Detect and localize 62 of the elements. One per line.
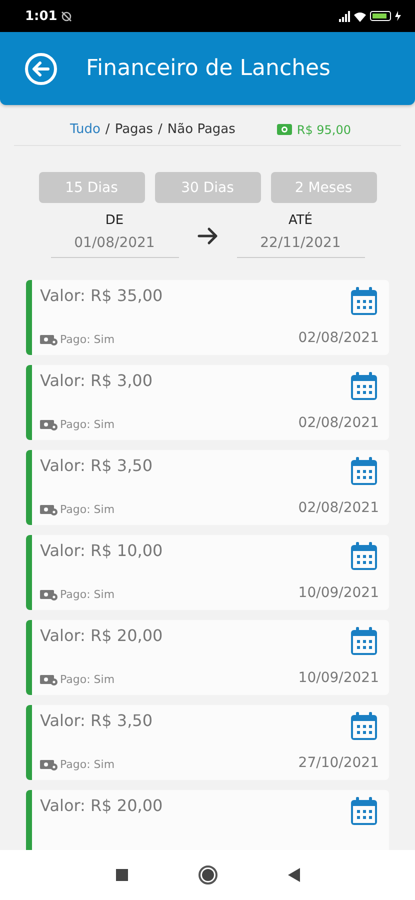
home-button[interactable] (198, 865, 218, 885)
filter-separator: / (158, 122, 162, 137)
entry-date: 02/08/2021 (298, 500, 379, 516)
paid-status: Pago: Sim (60, 418, 115, 431)
entry-card[interactable]: Valor: R$ 35,00 Pago: Sim 02/08/2021 (26, 280, 389, 355)
filter-separator: / (105, 122, 110, 137)
entry-card[interactable]: Valor: R$ 20,00 (26, 790, 389, 850)
recents-button[interactable] (116, 869, 128, 881)
money-icon (40, 674, 58, 686)
filter-link[interactable]: Pagas (114, 122, 154, 137)
entry-date: 10/09/2021 (298, 670, 379, 686)
calendar-icon (349, 626, 379, 657)
entry-value: Valor: R$ 20,00 (40, 626, 163, 645)
cash-icon (276, 123, 293, 136)
entry-date: 27/10/2021 (298, 755, 379, 771)
entry-card[interactable]: Valor: R$ 20,00 Pago: Sim 10/09/2021 (26, 620, 389, 695)
paid-status: Pago: Sim (60, 588, 115, 601)
calendar-icon (349, 286, 379, 317)
money-icon (40, 334, 58, 346)
arrow-right-icon (196, 226, 218, 244)
battery-icon (370, 11, 391, 21)
entry-value: Valor: R$ 3,00 (40, 371, 153, 390)
back-nav-button[interactable] (288, 868, 300, 882)
paid-status: Pago: Sim (60, 333, 115, 346)
entry-value: Valor: R$ 20,00 (40, 796, 163, 815)
back-button[interactable] (24, 52, 58, 86)
calendar-icon (349, 711, 379, 742)
from-label: DE (105, 213, 124, 228)
to-label: ATÉ (288, 213, 313, 228)
paid-status: Pago: Sim (60, 673, 115, 686)
to-date-field[interactable]: 22/11/2021 (236, 231, 364, 258)
entry-value: Valor: R$ 35,00 (40, 286, 163, 305)
entry-card[interactable]: Valor: R$ 3,50 Pago: Sim 27/10/2021 (26, 705, 389, 780)
total-amount: R$ 95,00 (296, 122, 351, 136)
calendar-icon (349, 456, 379, 487)
from-date-field[interactable]: 01/08/2021 (50, 231, 178, 258)
money-icon (40, 504, 58, 516)
sync-off-icon (61, 10, 72, 22)
entry-card[interactable]: Valor: R$ 3,50 Pago: Sim 02/08/2021 (26, 450, 389, 525)
money-icon (40, 758, 58, 770)
money-icon (40, 418, 58, 430)
entry-value: Valor: R$ 3,50 (40, 711, 153, 730)
entry-card[interactable]: Valor: R$ 10,00 Pago: Sim 10/09/2021 (26, 535, 389, 610)
wifi-icon (354, 10, 366, 22)
entry-date: 02/08/2021 (298, 330, 379, 346)
status-time: 1:01 (25, 8, 58, 24)
paid-status: Pago: Sim (60, 758, 115, 771)
entry-card[interactable]: Valor: R$ 3,00 Pago: Sim 02/08/2021 (26, 365, 389, 440)
page-title: Financeiro de Lanches (86, 56, 331, 81)
charging-icon (395, 11, 401, 21)
paid-status: Pago: Sim (60, 503, 115, 516)
filter-link[interactable]: Tudo (70, 122, 100, 137)
filter-link[interactable]: Não Pagas (167, 122, 236, 137)
calendar-icon (349, 541, 379, 572)
entry-date: 02/08/2021 (298, 415, 379, 431)
entry-value: Valor: R$ 3,50 (40, 456, 153, 475)
signal-icon (339, 10, 350, 22)
calendar-icon (349, 371, 379, 402)
entry-value: Valor: R$ 10,00 (40, 541, 163, 560)
money-icon (40, 588, 58, 600)
calendar-icon (349, 796, 379, 827)
entry-date: 10/09/2021 (298, 585, 379, 601)
